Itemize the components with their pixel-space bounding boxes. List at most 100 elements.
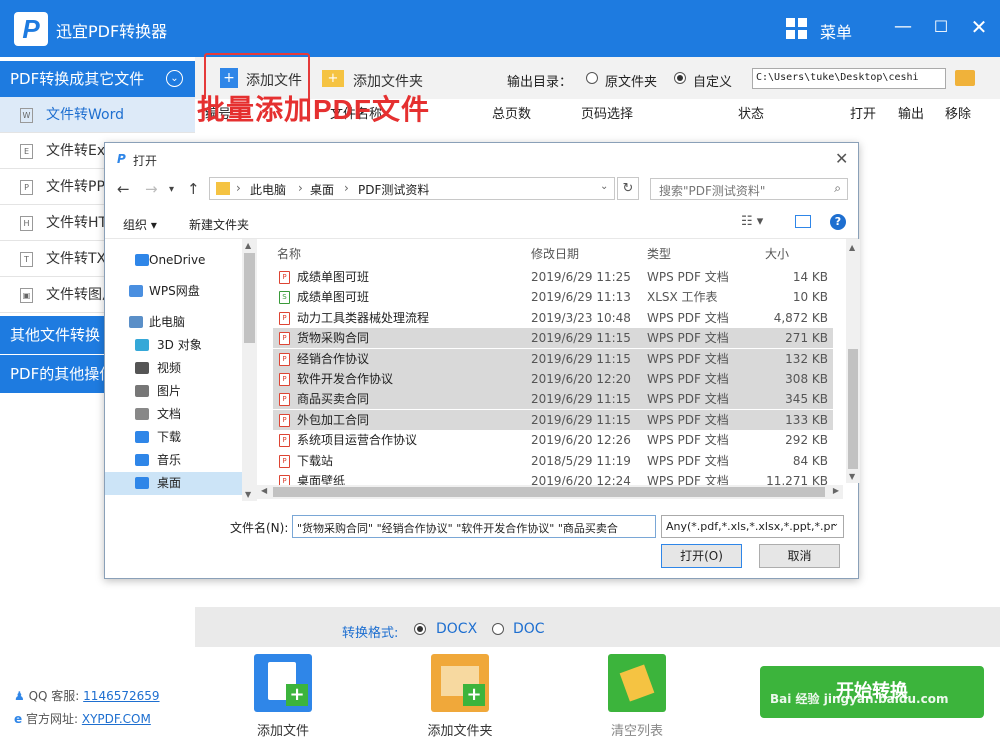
pdf-file-icon: P <box>279 434 290 448</box>
nav-label: 此电脑 <box>149 315 186 329</box>
menu-button[interactable]: 菜单 <box>820 19 852 43</box>
file-row[interactable]: P 外包加工合同 2019/6/29 11:15 WPS PDF 文档 133 KB <box>273 409 833 430</box>
add-file-big-icon[interactable]: + <box>254 654 312 712</box>
breadcrumb-desktop[interactable]: 桌面 <box>310 181 334 198</box>
radio-docx[interactable] <box>414 623 426 635</box>
breadcrumb-folder[interactable]: PDF测试资料 <box>358 181 429 198</box>
nav-item-wps-cloud[interactable]: WPS网盘 <box>105 280 243 303</box>
picture-icon <box>135 385 149 397</box>
file-date: 2019/6/29 11:15 <box>531 392 631 407</box>
bottom-add-folder-label[interactable]: 添加文件夹 <box>410 720 510 739</box>
forward-arrow-icon[interactable]: → <box>145 180 158 198</box>
nav-item-videos[interactable]: 视频 <box>105 357 243 380</box>
search-input[interactable]: 搜索"PDF测试资料" ⌕ <box>650 178 848 200</box>
app-title: 迅宜PDF转换器 <box>56 22 168 41</box>
radio-custom-folder[interactable] <box>674 72 686 84</box>
menu-grid-icon[interactable] <box>786 18 808 40</box>
maximize-icon[interactable]: ☐ <box>928 14 954 40</box>
chevron-down-icon[interactable]: ⌄ <box>166 70 183 87</box>
folder-icon <box>216 182 230 195</box>
filename-input[interactable]: "货物采购合同" "经销合作协议" "软件开发合作协议" "商品买卖合 <box>292 515 656 538</box>
nav-item-desktop[interactable]: 桌面 <box>105 472 242 495</box>
output-path-input[interactable]: C:\Users\tuke\Desktop\ceshi <box>752 68 946 89</box>
address-bar[interactable]: › 此电脑 › 桌面 › PDF测试资料 ⌄ <box>209 177 615 200</box>
file-row[interactable]: P 下载站 2018/5/29 11:19 WPS PDF 文档 84 KB <box>273 451 833 471</box>
clear-list-icon[interactable] <box>608 654 666 712</box>
pdf-file-icon: P <box>279 352 290 366</box>
new-folder-button[interactable]: 新建文件夹 <box>189 216 249 233</box>
pdf-file-icon: P <box>279 271 290 284</box>
nav-item-onedrive[interactable]: OneDrive <box>105 249 243 272</box>
nav-scrollbar[interactable]: ▲ ▼ <box>242 239 257 501</box>
chevron-down-icon[interactable]: ⌄ <box>600 181 608 192</box>
organize-button[interactable]: 组织 ▾ <box>123 216 157 233</box>
sidebar-group-pdf-convert[interactable]: PDF转换成其它文件 ⌄ <box>0 61 195 97</box>
dialog-close-icon[interactable]: ✕ <box>835 149 848 168</box>
nav-item-music[interactable]: 音乐 <box>105 449 243 472</box>
file-size: 14 KB <box>792 270 828 284</box>
view-options-icon[interactable]: ☷ ▾ <box>741 214 763 229</box>
word-file-icon: W <box>20 108 33 123</box>
nav-item-documents[interactable]: 文档 <box>105 403 243 426</box>
file-list-scrollbar[interactable]: ▲ ▼ <box>846 239 860 483</box>
file-row[interactable]: P 货物采购合同 2019/6/29 11:15 WPS PDF 文档 271 KB <box>273 328 833 349</box>
website-link[interactable]: XYPDF.COM <box>82 712 151 726</box>
file-row[interactable]: P 动力工具类器械处理流程 2019/3/23 10:48 WPS PDF 文档 4,8… <box>273 308 833 328</box>
file-type: WPS PDF 文档 <box>647 433 729 448</box>
nav-item-pictures[interactable]: 图片 <box>105 380 243 403</box>
file-row[interactable]: S 成绩单图可班 2019/6/29 11:13 XLSX 工作表 10 KB <box>273 287 833 307</box>
folder-icon[interactable] <box>955 70 975 86</box>
file-type: WPS PDF 文档 <box>647 392 729 407</box>
dialog-command-bar: 组织 ▾ 新建文件夹 ☷ ▾ ? <box>105 209 858 239</box>
recent-dropdown-icon[interactable]: ▾ <box>169 184 174 195</box>
file-row[interactable]: P 系统项目运营合作协议 2019/6/20 12:26 WPS PDF 文档 292 … <box>273 430 833 450</box>
file-type: WPS PDF 文档 <box>647 270 729 284</box>
title-bar: P 迅宜PDF转换器 菜单 — ☐ ✕ <box>0 0 1000 57</box>
up-arrow-icon[interactable]: ↑ <box>187 180 200 198</box>
help-icon[interactable]: ? <box>830 214 846 230</box>
minimize-icon[interactable]: — <box>890 14 916 40</box>
bottom-add-file-label[interactable]: 添加文件 <box>233 720 333 739</box>
website-label: 官方网址: <box>25 712 79 726</box>
col-date[interactable]: 修改日期 <box>531 245 579 262</box>
search-icon: ⌕ <box>834 181 841 195</box>
file-name: 成绩单图可班 <box>297 270 370 284</box>
sidebar-item-word[interactable]: W 文件转Word <box>0 97 195 133</box>
nav-item-downloads[interactable]: 下载 <box>105 426 243 449</box>
col-remove: 移除 <box>945 107 972 122</box>
nav-item-3d[interactable]: 3D 对象 <box>105 334 243 357</box>
file-name: 软件开发合作协议 <box>297 372 394 386</box>
file-row[interactable]: P 软件开发合作协议 2019/6/20 12:20 WPS PDF 文档 308 KB <box>273 369 833 389</box>
radio-source-folder[interactable] <box>586 72 598 84</box>
radio-doc[interactable] <box>492 623 504 635</box>
horizontal-scrollbar[interactable]: ◀ ▶ <box>257 485 843 499</box>
col-name[interactable]: 名称 <box>277 245 301 262</box>
col-page-select: 页码选择 <box>581 107 634 122</box>
cancel-button[interactable]: 取消 <box>759 544 840 568</box>
file-type: WPS PDF 文档 <box>647 372 729 386</box>
file-list-header: 名称 修改日期 类型 大小 <box>273 239 833 265</box>
nav-label: 3D 对象 <box>157 338 202 352</box>
file-row[interactable]: P 商品买卖合同 2019/6/29 11:15 WPS PDF 文档 345 KB <box>273 389 833 410</box>
refresh-icon[interactable]: ↻ <box>617 177 639 200</box>
add-folder-big-icon[interactable]: + <box>431 654 489 712</box>
bottom-clear-label[interactable]: 清空列表 <box>587 720 687 739</box>
col-type[interactable]: 类型 <box>647 245 671 262</box>
file-row[interactable]: P 成绩单图可班 2019/6/29 11:25 WPS PDF 文档 14 KB <box>273 267 833 287</box>
breadcrumb-this-pc[interactable]: 此电脑 <box>250 181 286 198</box>
nav-item-this-pc[interactable]: 此电脑 <box>105 311 243 334</box>
app-logo: P <box>14 12 48 46</box>
file-date: 2019/6/20 12:20 <box>531 372 631 386</box>
back-arrow-icon[interactable]: ← <box>117 180 130 198</box>
file-size: 84 KB <box>792 453 828 468</box>
pdf-file-icon: P <box>279 413 290 427</box>
filetype-select[interactable]: Any(*.pdf,*.xls,*.xlsx,*.ppt,*.pr ⌄ <box>661 515 844 538</box>
qq-link[interactable]: 1146572659 <box>83 689 159 703</box>
col-size[interactable]: 大小 <box>765 245 789 262</box>
open-button[interactable]: 打开(O) <box>661 544 742 568</box>
file-row[interactable]: P 经销合作协议 2019/6/29 11:15 WPS PDF 文档 132 KB <box>273 348 833 369</box>
preview-pane-icon[interactable] <box>795 215 811 228</box>
sidebar-item-label: 文件转HT <box>46 215 108 231</box>
cloud-icon <box>129 285 143 297</box>
close-icon[interactable]: ✕ <box>966 14 992 40</box>
